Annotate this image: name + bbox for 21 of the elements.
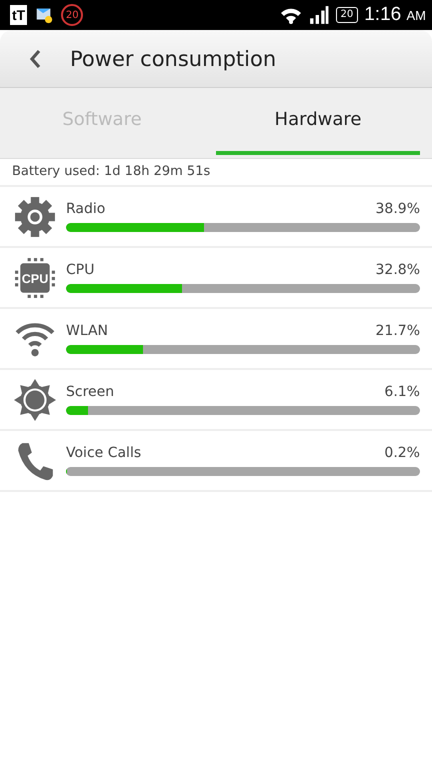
hardware-name: Radio <box>66 201 106 217</box>
usage-percent: 0.2% <box>384 445 420 461</box>
hardware-name: Voice Calls <box>66 445 142 461</box>
notification-badge: 20 <box>61 4 84 26</box>
usage-percent: 38.9% <box>376 201 420 217</box>
back-icon[interactable] <box>29 48 41 68</box>
gear-icon <box>14 196 56 238</box>
hardware-name: Screen <box>66 384 114 400</box>
hardware-name: WLAN <box>66 323 108 339</box>
page-title: Power consumption <box>70 46 276 70</box>
usage-percent: 32.8% <box>376 262 420 278</box>
hardware-name: CPU <box>66 262 94 278</box>
usage-percent: 6.1% <box>384 384 420 400</box>
sun-icon <box>14 378 56 420</box>
tab[interactable]: Hardware <box>216 88 420 155</box>
signal-icon <box>308 5 330 25</box>
battery-used-text: Battery used: 1d 18h 29m 51s <box>0 159 432 187</box>
usage-percent: 21.7% <box>376 323 420 339</box>
clock: 1:16 AM <box>364 4 426 26</box>
app-icon: tT <box>10 5 28 25</box>
battery-indicator: 20 <box>336 7 358 23</box>
